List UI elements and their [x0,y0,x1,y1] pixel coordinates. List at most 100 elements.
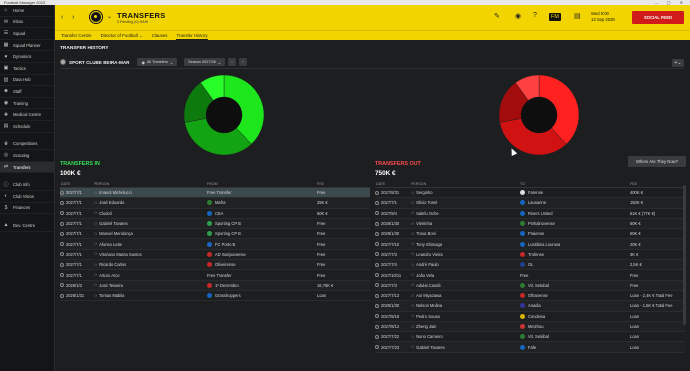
column-header[interactable]: PERSON [411,182,520,186]
chevron-down-icon[interactable]: ⌄ [107,13,112,20]
sidebar-item-8[interactable]: ◉ Training [0,98,54,110]
season-dropdown[interactable]: Season 2027/28 ⌄ [184,58,225,66]
table-row[interactable]: 2028/1/30 ⚇ Nelson Molina Anadia Loan - 1,5K… [375,301,685,312]
column-header[interactable]: DATE [60,182,94,186]
table-row[interactable]: 2027/7/3 ⚇ Leandro Vieira Trofense 3K € [375,250,685,261]
subnav-tab-2[interactable]: Clauses [152,31,168,40]
table-row[interactable]: 2027/7/1 ⚇ Olivio Tomé Lausanne 150K € [375,198,685,209]
table-row[interactable]: 2028/1/3 ⚇ José Teixeira 1º Dezembro 16,75K … [60,280,370,291]
info-icon[interactable] [375,252,379,257]
info-icon[interactable] [60,242,64,247]
sidebar-item-13[interactable]: ⇄ Transfers [0,161,54,174]
person-cell[interactable]: ⚇ Adulai Candé [411,283,520,288]
table-row[interactable]: 2027/9/4 ⚇ Salefu Oche Rivers United 61K € (… [375,209,685,219]
sidebar-item-5[interactable]: ▣ Tactics [0,63,54,75]
table-row[interactable]: 2027/7/1 ⚇ Imanol Michelucci Free Transfer F… [60,188,370,199]
person-cell[interactable]: ⚇ Ricardo Carlos [94,262,207,267]
person-cell[interactable]: ⚇ Nuno Carneiro [411,334,520,339]
table-row[interactable]: 2027/7/1 ⚇ Vitoriano Manta Santos AD Sanjoa… [60,250,370,261]
person-cell[interactable]: ⚇ Trova Boni [411,231,520,236]
club-cell[interactable]: Vit. Setúbal [520,334,630,340]
info-icon[interactable] [60,252,64,257]
person-cell[interactable]: ⚇ Afonso Leite [94,242,207,247]
info-icon[interactable] [375,334,379,339]
info-icon[interactable] [60,221,64,226]
info-icon[interactable] [375,262,379,267]
person-cell[interactable]: ⚇ Vieirinha [411,221,520,226]
club-cell[interactable]: Trofense [520,251,630,257]
info-icon[interactable] [375,200,379,205]
prev-season-button[interactable]: ‹ [227,58,236,66]
info-icon[interactable] [375,242,379,247]
info-icon[interactable] [375,283,379,288]
club-cell[interactable]: Sporting CP B [207,231,317,237]
club-cell[interactable]: OL [520,262,630,268]
table-row[interactable]: 2027/7/3 ⚇ Adulai Candé Vit. Setubal Free [375,280,685,291]
info-icon[interactable] [375,211,379,216]
club-cell[interactable]: Free [520,273,630,278]
person-cell[interactable]: ⚇ Salefu Oche [411,211,520,216]
table-row[interactable]: 2027/7/4 ⚇ André Paulo OL 2,5K € [375,260,685,271]
sidebar-item-7[interactable]: ☻ Staff [0,86,54,98]
scout-icon[interactable]: ◉ [515,12,521,20]
scrollbar[interactable] [683,185,686,325]
club-selector[interactable]: SPORT CLUBE BEIRA-MAR [60,59,129,65]
transfer-filter-dropdown[interactable]: ◉ All Transfers ⌄ [137,58,178,66]
column-header[interactable]: FEE [630,182,685,186]
table-row[interactable]: 2027/7/10 ⚇ Tony Shimaga Lusitânia Lourosa 2… [375,239,685,250]
club-cell[interactable]: Mafra [207,200,317,206]
info-icon[interactable] [60,211,64,216]
club-cell[interactable]: Praiense [520,231,630,237]
table-row[interactable]: 2027/7/1 ⚇ Clodoil CEA 60K € [60,209,370,219]
sidebar-item-16[interactable]: $ Finances [0,203,54,215]
club-cell[interactable]: Fafe [520,344,630,350]
person-cell[interactable]: ⚇ Vitoriano Manta Santos [94,252,207,257]
table-row[interactable]: 2027/7/23 ⚇ Gabriel Tavares Fafe Loan [375,342,685,353]
club-cell[interactable]: Free Transfer [207,190,317,195]
sidebar-item-15[interactable]: ◐ Club Vision [0,191,54,203]
social-feed-button[interactable]: SOCIAL FEED [632,11,684,24]
info-icon[interactable] [60,293,64,298]
sidebar-item-2[interactable]: ☰ Squad [0,28,54,40]
table-row[interactable]: 2027/8/12 ⚇ Zheng Jian Meizhou Loan [375,321,685,333]
info-icon[interactable] [375,231,379,236]
person-cell[interactable]: ⚇ Zheng Jian [411,324,520,329]
table-row[interactable]: 2027/7/1 ⚇ Arturo Arce Free Transfer Free [60,270,370,281]
calendar-icon[interactable]: ▤ [574,12,581,20]
club-cell[interactable]: Pinhalnovense [520,221,630,227]
person-cell[interactable]: ⚇ Clodoil [94,211,207,216]
column-header[interactable]: DATE [375,182,411,186]
forward-icon[interactable]: › [72,14,80,22]
sidebar-item-9[interactable]: ✚ Medical Centre [0,109,54,121]
club-cell[interactable]: Lausanne [520,200,630,206]
sidebar-item-4[interactable]: ♥ Dynamics [0,51,54,63]
club-cell[interactable]: Sporting CP B [207,221,317,227]
person-cell[interactable]: ⚇ Serginho [411,190,520,195]
sidebar-item-1[interactable]: ✉ Inbox [0,17,54,29]
sidebar-item-14[interactable]: ⓘ Club Info [0,179,54,191]
subnav-tab-3[interactable]: Transfer History [176,31,208,40]
person-cell[interactable]: ⚇ Pedro Sousa [411,314,520,319]
person-cell[interactable]: ⚇ Imanol Michelucci [94,190,207,195]
club-cell[interactable]: AD Sanjoanense [207,251,317,257]
person-cell[interactable]: ⚇ José Eduardo [94,200,207,205]
club-cell[interactable]: CEA [207,210,317,216]
info-icon[interactable] [375,314,379,319]
edit-icon[interactable]: ✎ [494,12,500,20]
subnav-tab-0[interactable]: Transfer Centre [61,31,92,40]
person-cell[interactable]: ⚇ José Teixeira [94,283,207,288]
person-cell[interactable]: ⚇ André Paulo [411,262,520,267]
help-icon[interactable]: ? [533,12,537,19]
sidebar-item-0[interactable]: ⌂ Home [0,5,54,17]
info-icon[interactable] [375,293,379,298]
column-header[interactable]: TO [520,182,630,186]
person-cell[interactable]: ⚇ Arturo Arce [94,273,207,278]
info-icon[interactable] [375,345,379,350]
person-cell[interactable]: ⚇ Leandro Vieira [411,252,520,257]
club-cell[interactable]: Olhanense [520,293,630,299]
club-cell[interactable]: Lusitânia Lourosa [520,241,630,247]
table-row[interactable]: 2027/7/1 ⚇ José Eduardo Mafra 25K € [60,198,370,209]
sidebar-item-17[interactable]: ▲ Dev. Centre [0,220,54,232]
person-cell[interactable]: ⚇ Gabriel Tavares [411,345,520,350]
person-cell[interactable]: ⚇ Manuel Mendonça [94,231,207,236]
